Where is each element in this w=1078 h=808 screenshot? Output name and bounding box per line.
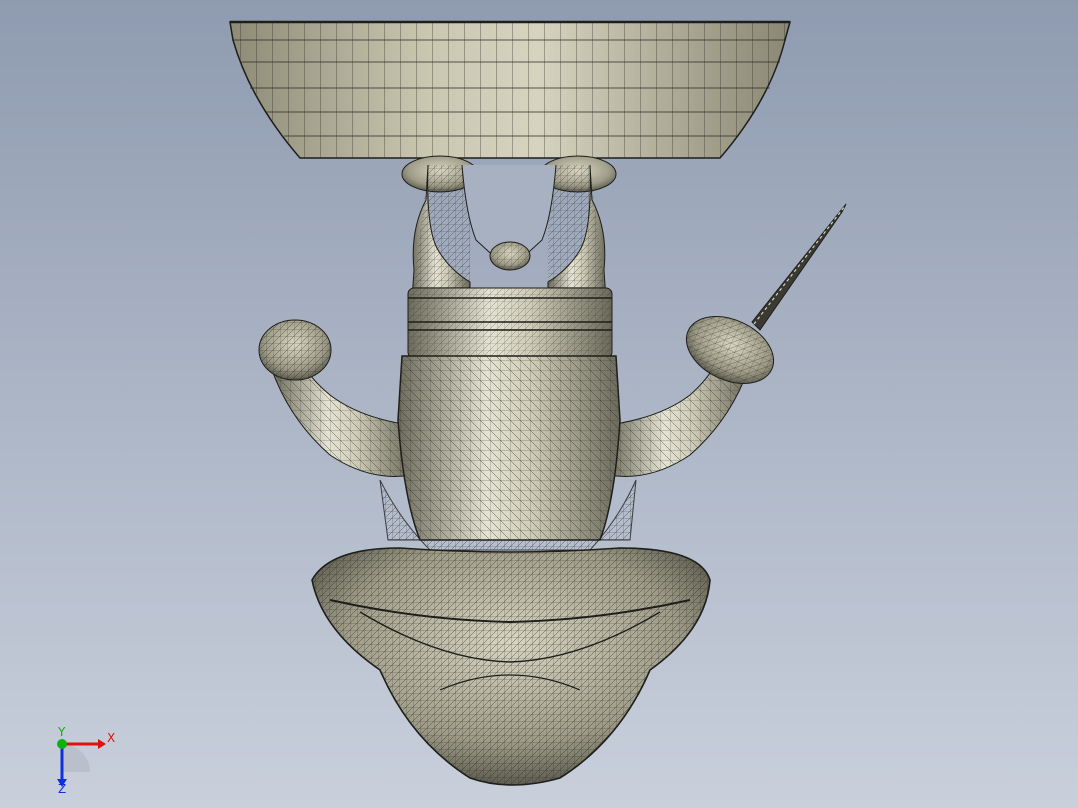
triad-plane-indicator [62, 744, 90, 772]
coordinate-triad: X Y Z [57, 725, 115, 794]
stem-part[interactable] [401, 155, 617, 301]
x-axis-arrowhead [98, 739, 106, 749]
torso-part[interactable] [379, 355, 637, 551]
bowl-part[interactable] [229, 20, 791, 159]
z-axis-label: Z [58, 782, 66, 794]
graphics-viewport[interactable]: X Y Z [0, 0, 1078, 808]
left-arm-part[interactable] [258, 319, 413, 477]
collar-part[interactable] [407, 287, 613, 359]
right-arm-part[interactable] [607, 203, 847, 477]
y-axis-dot [57, 739, 67, 749]
y-axis-label: Y [57, 725, 66, 739]
base-part[interactable] [311, 547, 711, 786]
x-axis-label: X [107, 731, 115, 745]
meshed-model[interactable] [0, 0, 1078, 808]
